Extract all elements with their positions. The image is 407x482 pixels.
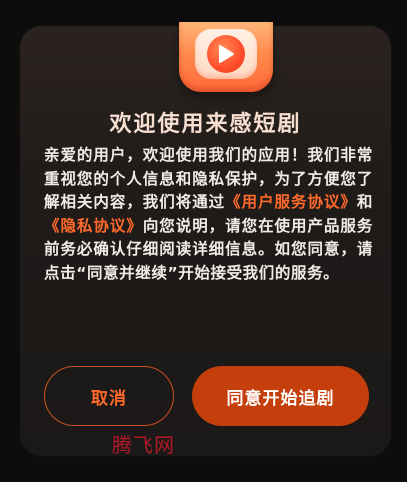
cancel-button[interactable]: 取消: [44, 366, 174, 426]
watermark-text: 腾飞网: [112, 433, 175, 457]
privacy-policy-link[interactable]: 《隐私协议》: [44, 217, 143, 235]
dialog-body: 亲爱的用户，欢迎使用我们的应用！我们非常重视您的个人信息和隐私保护，为了方便您了…: [44, 144, 373, 285]
play-triangle-icon: [219, 45, 234, 63]
app-logo: [179, 22, 273, 92]
screen: 欢迎使用来感短剧 亲爱的用户，欢迎使用我们的应用！我们非常重视您的个人信息和隐私…: [0, 0, 407, 482]
dialog-title: 欢迎使用来感短剧: [109, 112, 302, 137]
user-agreement-link[interactable]: 《用户服务协议》: [225, 193, 357, 211]
app-logo-inner: [195, 29, 257, 79]
body-text-and: 和: [356, 193, 373, 211]
agree-button[interactable]: 同意开始追剧: [192, 366, 369, 426]
play-icon: [207, 35, 245, 73]
privacy-dialog: 欢迎使用来感短剧 亲爱的用户，欢迎使用我们的应用！我们非常重视您的个人信息和隐私…: [20, 22, 391, 457]
